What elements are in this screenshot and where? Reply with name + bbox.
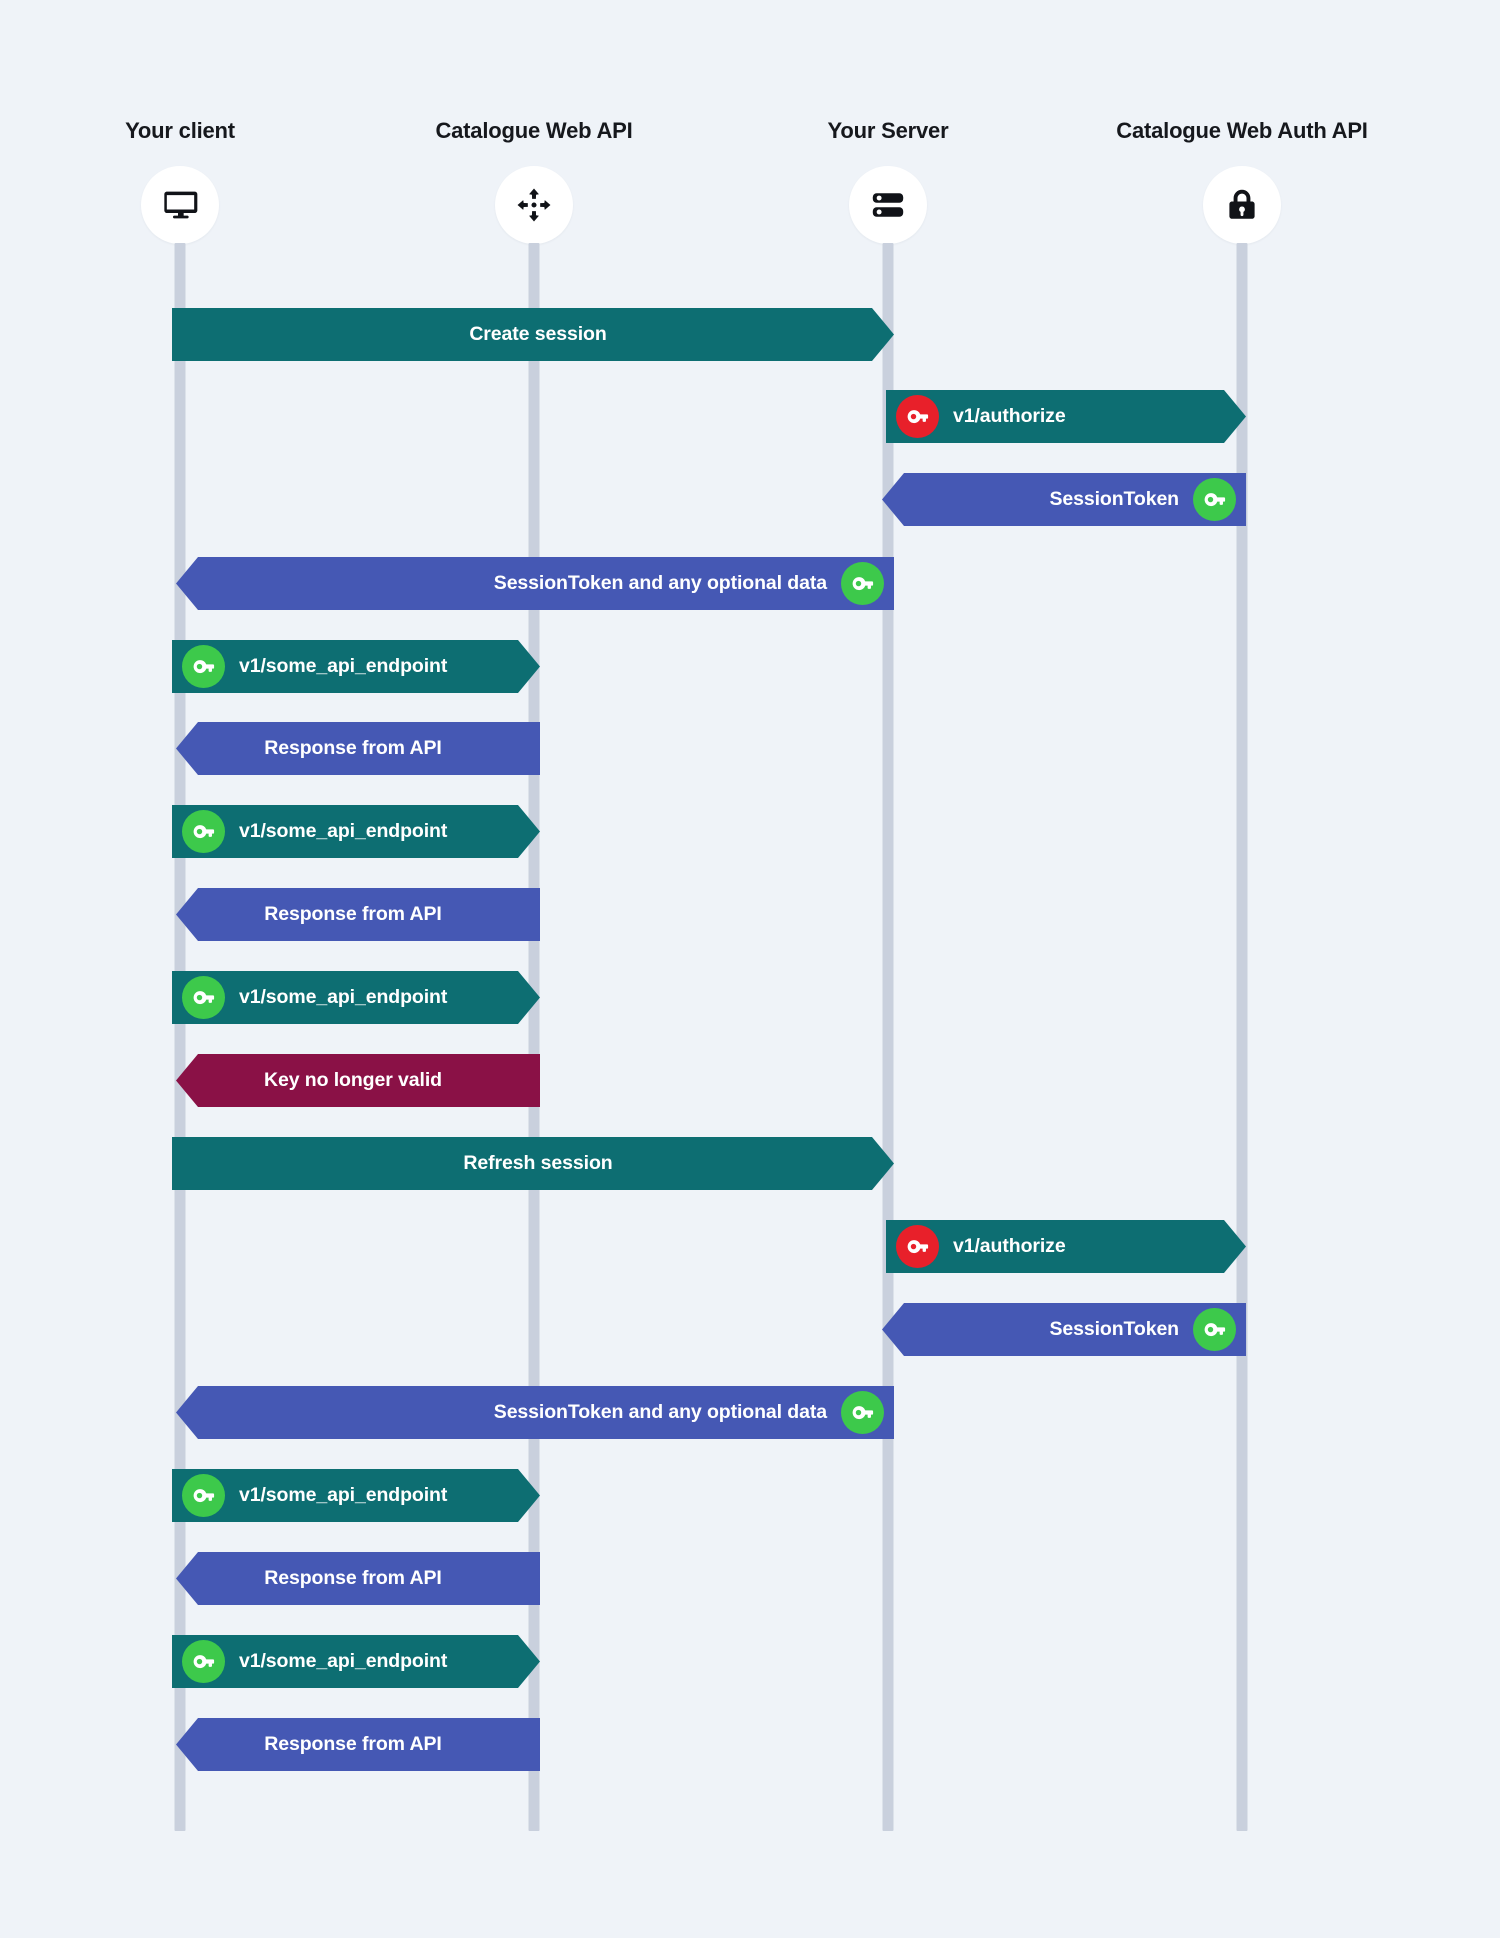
message-arrow-shape <box>886 1220 1246 1273</box>
message-m4: SessionToken and any optional data <box>176 557 894 610</box>
message-m2: v1/authorize <box>886 390 1246 443</box>
message-m15: v1/some_api_endpoint <box>172 1469 540 1522</box>
message-m10: Key no longer valid <box>176 1054 540 1107</box>
key-icon-badge <box>182 810 225 853</box>
key-icon-badge <box>896 395 939 438</box>
monitor-icon <box>160 185 200 225</box>
message-m11: Refresh session <box>172 1137 894 1190</box>
sequence-diagram: Your client Catalogue Web API Your Server C… <box>0 0 1500 1938</box>
message-m16: Response from API <box>176 1552 540 1605</box>
message-m6: Response from API <box>176 722 540 775</box>
message-label: v1/some_api_endpoint <box>239 1484 448 1506</box>
lane-title-catalogue-web-auth: Catalogue Web Auth API <box>1116 118 1368 143</box>
key-icon-badge <box>182 1640 225 1683</box>
message-label: v1/authorize <box>953 1235 1066 1257</box>
message-m9: v1/some_api_endpoint <box>172 971 540 1024</box>
lane-avatar-catalogue-web-auth <box>1203 166 1281 244</box>
lane-avatar-catalogue-web-api <box>495 166 573 244</box>
key-icon-badge <box>1193 1308 1236 1351</box>
message-label: v1/some_api_endpoint <box>239 1650 448 1672</box>
key-icon-badge <box>182 1474 225 1517</box>
message-m1: Create session <box>172 308 894 361</box>
message-m5: v1/some_api_endpoint <box>172 640 540 693</box>
move-arrows-icon <box>515 186 553 224</box>
message-m3: SessionToken <box>882 473 1246 526</box>
message-label: SessionToken and any optional data <box>493 572 827 594</box>
message-label: Create session <box>469 323 607 345</box>
server-rack-icon <box>869 186 907 224</box>
message-label: Response from API <box>264 1733 442 1755</box>
message-m7: v1/some_api_endpoint <box>172 805 540 858</box>
message-label: Key no longer valid <box>264 1069 442 1091</box>
message-m8: Response from API <box>176 888 540 941</box>
message-label: Response from API <box>264 1567 442 1589</box>
message-label: v1/some_api_endpoint <box>239 820 448 842</box>
lane-title-catalogue-web-api: Catalogue Web API <box>435 118 633 143</box>
lock-icon <box>1224 187 1260 223</box>
message-m17: v1/some_api_endpoint <box>172 1635 540 1688</box>
message-label: SessionToken and any optional data <box>493 1401 827 1423</box>
message-label: SessionToken <box>1049 488 1179 510</box>
key-icon-badge <box>182 976 225 1019</box>
key-icon-badge <box>896 1225 939 1268</box>
message-m14: SessionToken and any optional data <box>176 1386 894 1439</box>
message-label: SessionToken <box>1049 1318 1179 1340</box>
message-label: Response from API <box>264 903 442 925</box>
key-icon-badge <box>1193 478 1236 521</box>
message-label: v1/some_api_endpoint <box>239 655 448 677</box>
key-icon-badge <box>182 645 225 688</box>
message-label: Refresh session <box>463 1152 613 1174</box>
message-m18: Response from API <box>176 1718 540 1771</box>
message-label: v1/some_api_endpoint <box>239 986 448 1008</box>
message-m12: v1/authorize <box>886 1220 1246 1273</box>
lane-title-your-server: Your Server <box>827 118 949 143</box>
key-icon-badge <box>841 1391 884 1434</box>
message-m13: SessionToken <box>882 1303 1246 1356</box>
message-label: v1/authorize <box>953 405 1066 427</box>
lane-avatar-your-server <box>849 166 927 244</box>
lane-avatar-your-client <box>141 166 219 244</box>
key-icon-badge <box>841 562 884 605</box>
message-arrow-shape <box>886 390 1246 443</box>
lane-title-your-client: Your client <box>125 118 235 143</box>
message-label: Response from API <box>264 737 442 759</box>
